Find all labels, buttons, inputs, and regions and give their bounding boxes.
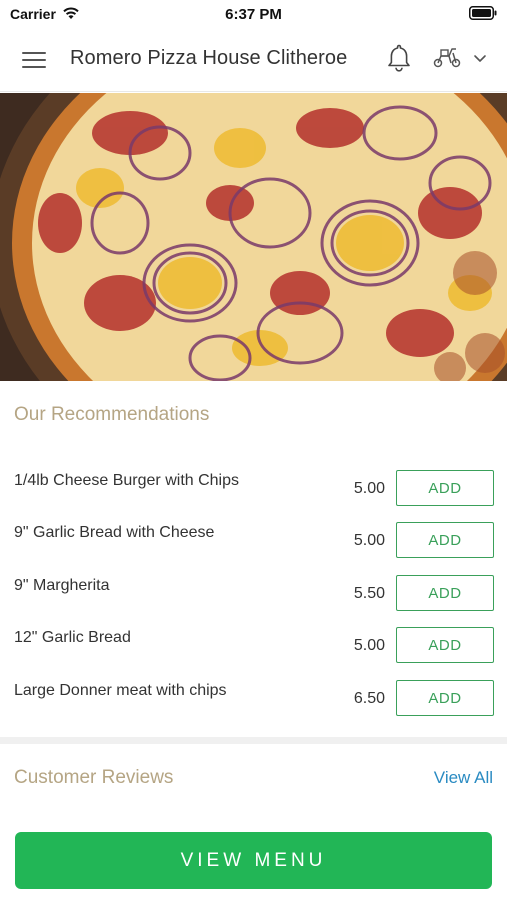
status-bar: Carrier 6:37 PM (0, 0, 507, 28)
pizza-illustration (0, 93, 507, 381)
restaurant-title: Romero Pizza House Clitheroe (70, 47, 348, 69)
item-name: 12" Garlic Bread (14, 629, 131, 646)
chevron-down-icon[interactable] (472, 52, 488, 64)
list-item: 9" Margherita 5.50 ADD (0, 575, 507, 627)
item-price: 5.50 (353, 585, 385, 602)
list-item: 12" Garlic Bread 5.00 ADD (0, 627, 507, 679)
app-header: Romero Pizza House Clitheroe (0, 28, 507, 92)
add-button[interactable]: ADD (396, 575, 494, 611)
recommendations-title: Our Recommendations (14, 404, 210, 425)
add-button[interactable]: ADD (396, 470, 494, 506)
bell-icon[interactable] (386, 43, 412, 73)
list-item: 1/4lb Cheese Burger with Chips 5.00 ADD (0, 470, 507, 522)
battery-icon (469, 6, 497, 20)
view-menu-button[interactable]: VIEW MENU (15, 832, 492, 889)
item-price: 5.00 (353, 637, 385, 654)
item-price: 6.50 (353, 690, 385, 707)
customer-reviews-title: Customer Reviews (14, 767, 174, 788)
list-item: Large Donner meat with chips 6.50 ADD (0, 680, 507, 732)
delivery-scooter-icon[interactable] (432, 45, 462, 69)
add-button[interactable]: ADD (396, 627, 494, 663)
hero-pizza-image (0, 93, 507, 381)
add-button[interactable]: ADD (396, 680, 494, 716)
item-name: 1/4lb Cheese Burger with Chips (14, 472, 240, 489)
view-all-reviews-link[interactable]: View All (434, 768, 493, 788)
item-name: Large Donner meat with chips (14, 682, 227, 699)
item-name: 9" Garlic Bread with Cheese (14, 524, 215, 541)
hamburger-menu-icon[interactable] (22, 50, 48, 70)
section-divider (0, 737, 507, 744)
list-item: 9" Garlic Bread with Cheese 5.00 ADD (0, 522, 507, 574)
add-button[interactable]: ADD (396, 522, 494, 558)
item-name: 9" Margherita (14, 577, 110, 594)
item-price: 5.00 (353, 532, 385, 549)
item-price: 5.00 (353, 480, 385, 497)
status-time: 6:37 PM (225, 6, 282, 23)
